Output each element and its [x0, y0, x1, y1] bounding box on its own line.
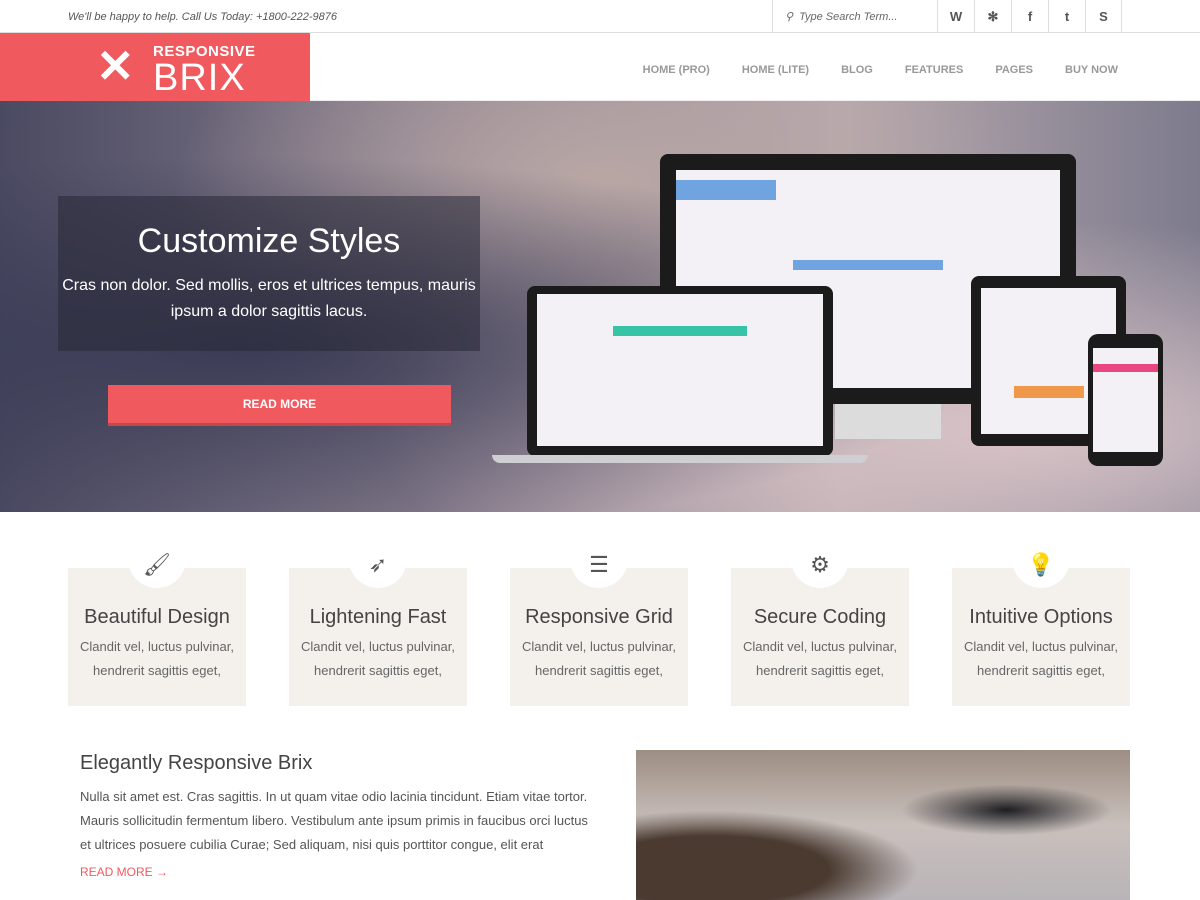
feature-title: Lightening Fast	[309, 606, 447, 628]
hero-slider: Customize Styles Cras non dolor. Sed mol…	[0, 101, 1200, 512]
feature-card: ➶ Lightening Fast Clandit vel, luctus pulv…	[289, 548, 467, 706]
search-input[interactable]: ⚲ Type Search Term...	[772, 0, 937, 33]
feature-text: Clandit vel, luctus pulvinar, hendrerit …	[522, 639, 676, 678]
skype-icon[interactable]: S	[1085, 0, 1122, 33]
header: ✕ RESPONSIVE BRIX HOME (PRO) HOME (LITE)…	[0, 33, 1200, 101]
contact-tagline: We'll be happy to help. Call Us Today: +…	[68, 11, 338, 23]
nav-blog[interactable]: BLOG	[841, 64, 873, 76]
lightbulb-icon: 💡	[1012, 548, 1070, 588]
about-text: Nulla sit amet est. Cras sagittis. In ut…	[80, 789, 588, 852]
database-icon: ☰	[570, 548, 628, 588]
main-nav: HOME (PRO) HOME (LITE) BLOG FEATURES PAG…	[643, 64, 1118, 76]
nav-home-lite[interactable]: HOME (LITE)	[742, 64, 809, 76]
feature-title: Beautiful Design	[84, 606, 230, 628]
about-title: Elegantly Responsive Brix	[80, 752, 313, 774]
feature-title: Intuitive Options	[969, 606, 1113, 628]
feature-title: Responsive Grid	[525, 606, 673, 628]
wordpress-icon[interactable]: W	[937, 0, 974, 33]
feature-card: ⚙ Secure Coding Clandit vel, luctus pulvin…	[731, 548, 909, 706]
hero-title: Customize Styles	[137, 222, 401, 260]
logo[interactable]: ✕ RESPONSIVE BRIX	[0, 33, 310, 101]
rocket-icon: ➶	[349, 548, 407, 588]
paintbrush-icon: 🖌	[128, 548, 186, 588]
gears-icon: ⚙	[791, 548, 849, 588]
logo-bottom: BRIX	[153, 57, 246, 99]
nav-home-pro[interactable]: HOME (PRO)	[643, 64, 710, 76]
facebook-icon[interactable]: f	[1011, 0, 1048, 33]
feature-text: Clandit vel, luctus pulvinar, hendrerit …	[743, 639, 897, 678]
feature-text: Clandit vel, luctus pulvinar, hendrerit …	[964, 639, 1118, 678]
nav-pages[interactable]: PAGES	[995, 64, 1033, 76]
logo-arrows-icon: ✕	[96, 40, 135, 92]
nav-features[interactable]: FEATURES	[905, 64, 963, 76]
nav-buy-now[interactable]: BUY NOW	[1065, 64, 1118, 76]
hero-caption: Customize Styles Cras non dolor. Sed mol…	[58, 196, 480, 351]
feature-text: Clandit vel, luctus pulvinar, hendrerit …	[301, 639, 455, 678]
feature-card: 🖌 Beautiful Design Clandit vel, luctus pul…	[68, 548, 246, 706]
features-row: 🖌 Beautiful Design Clandit vel, luctus pul…	[68, 548, 1130, 706]
about-read-more-link[interactable]: READ MORE →	[80, 865, 590, 879]
about-section: Elegantly Responsive Brix Nulla sit amet…	[80, 752, 590, 879]
yelp-icon[interactable]: ✻	[974, 0, 1011, 33]
feature-text: Clandit vel, luctus pulvinar, hendrerit …	[80, 639, 234, 678]
pianist-photo	[636, 750, 1130, 900]
top-bar: We'll be happy to help. Call Us Today: +…	[0, 0, 1200, 33]
hero-read-more-button[interactable]: READ MORE	[108, 385, 451, 426]
twitter-icon[interactable]: t	[1048, 0, 1085, 33]
search-placeholder: Type Search Term...	[799, 10, 898, 23]
feature-title: Secure Coding	[753, 606, 887, 628]
feature-card: 💡 Intuitive Options Clandit vel, luctus pu…	[952, 548, 1130, 706]
feature-card: ☰ Responsive Grid Clandit vel, luctus pulv…	[510, 548, 688, 706]
hero-text: Cras non dolor. Sed mollis, eros et ultr…	[62, 277, 476, 320]
search-icon: ⚲	[785, 11, 794, 23]
